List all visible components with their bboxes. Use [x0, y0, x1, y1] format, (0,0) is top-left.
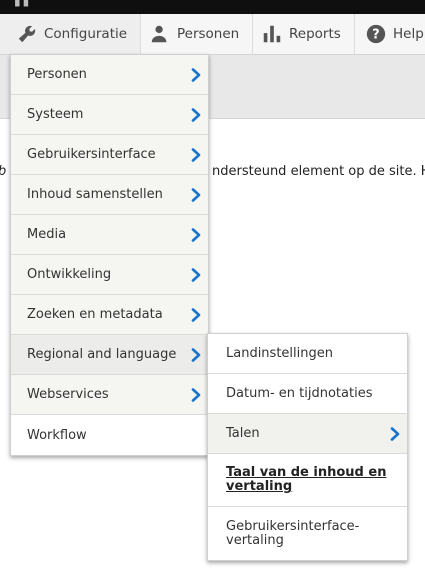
chevron-right-icon: [191, 68, 201, 82]
tab-personen[interactable]: Personen: [141, 14, 253, 54]
tab-reports[interactable]: Reports: [253, 14, 355, 54]
bar-chart-icon: [263, 25, 281, 43]
wrench-icon: [18, 25, 36, 43]
menu-item-label: Zoeken en metadata: [27, 307, 163, 322]
submenu-item-label: Gebruikersinterface-vertaling: [226, 518, 360, 548]
person-icon: [151, 25, 167, 43]
menu-item-label: Personen: [27, 67, 87, 82]
submenu-item-gebruikersinterface-vertaling[interactable]: Gebruikersinterface-vertaling: [208, 507, 407, 560]
help-icon: ?: [366, 24, 386, 44]
menu-item-webservices[interactable]: Webservices: [11, 375, 208, 415]
submenu-item-label: Talen: [226, 426, 260, 441]
submenu-item-datum-tijdnotaties[interactable]: Datum- en tijdnotaties: [208, 374, 407, 414]
tab-label: Personen: [177, 26, 240, 42]
chevron-right-icon: [191, 268, 201, 282]
submenu-item-landinstellingen[interactable]: Landinstellingen: [208, 334, 407, 374]
chevron-right-icon: [191, 188, 201, 202]
admin-top-bar: ▮▮: [0, 0, 425, 14]
tab-configuratie[interactable]: Configuratie: [0, 14, 141, 54]
menu-item-label: Regional and language: [27, 347, 177, 362]
chevron-right-icon: [191, 308, 201, 322]
chevron-right-icon: [191, 108, 201, 122]
submenu-item-talen[interactable]: Talen: [208, 414, 407, 454]
chevron-right-icon: [191, 348, 201, 362]
page-text-left: b: [0, 164, 6, 179]
svg-text:?: ?: [372, 28, 379, 43]
menu-item-gebruikersinterface[interactable]: Gebruikersinterface: [11, 135, 208, 175]
tab-label: Configuratie: [44, 26, 128, 42]
toolbar-tray: Configuratie Personen Reports ? Help: [0, 14, 425, 55]
menu-item-media[interactable]: Media: [11, 215, 208, 255]
menu-item-workflow[interactable]: Workflow: [11, 415, 208, 455]
submenu-item-label: Datum- en tijdnotaties: [226, 386, 373, 401]
chevron-right-icon: [191, 388, 201, 402]
menu-item-ontwikkeling[interactable]: Ontwikkeling: [11, 255, 208, 295]
menu-item-label: Webservices: [27, 387, 109, 402]
tab-label: Help: [393, 26, 424, 42]
menu-item-label: Inhoud samenstellen: [27, 187, 163, 202]
tab-help[interactable]: ? Help: [355, 14, 425, 54]
menu-item-label: Workflow: [27, 427, 87, 443]
menu-item-inhoud-samenstellen[interactable]: Inhoud samenstellen: [11, 175, 208, 215]
menu-item-label: Systeem: [27, 107, 84, 122]
menu-item-zoeken-en-metadata[interactable]: Zoeken en metadata: [11, 295, 208, 335]
menu-item-personen[interactable]: Personen: [11, 55, 208, 95]
submenu-item-label: Taal van de inhoud en vertaling: [226, 465, 387, 494]
chevron-right-icon: [191, 148, 201, 162]
top-bar-icon: ▮▮: [14, 0, 32, 8]
menu-item-label: Gebruikersinterface: [27, 147, 156, 162]
chevron-right-icon: [390, 427, 400, 441]
regional-language-submenu: Landinstellingen Datum- en tijdnotaties …: [207, 333, 408, 561]
tab-label: Reports: [289, 26, 341, 42]
page-text-right: ndersteund element op de site. Het: [212, 164, 425, 179]
menu-item-label: Media: [27, 227, 67, 242]
menu-item-systeem[interactable]: Systeem: [11, 95, 208, 135]
submenu-item-taal-inhoud-vertaling[interactable]: Taal van de inhoud en vertaling: [208, 454, 407, 507]
submenu-item-label: Landinstellingen: [226, 346, 333, 361]
menu-item-label: Ontwikkeling: [27, 267, 112, 282]
menu-item-regional-and-language[interactable]: Regional and language: [11, 335, 208, 375]
chevron-right-icon: [191, 228, 201, 242]
configuratie-dropdown: Personen Systeem Gebruikersinterface Inh…: [10, 54, 209, 456]
